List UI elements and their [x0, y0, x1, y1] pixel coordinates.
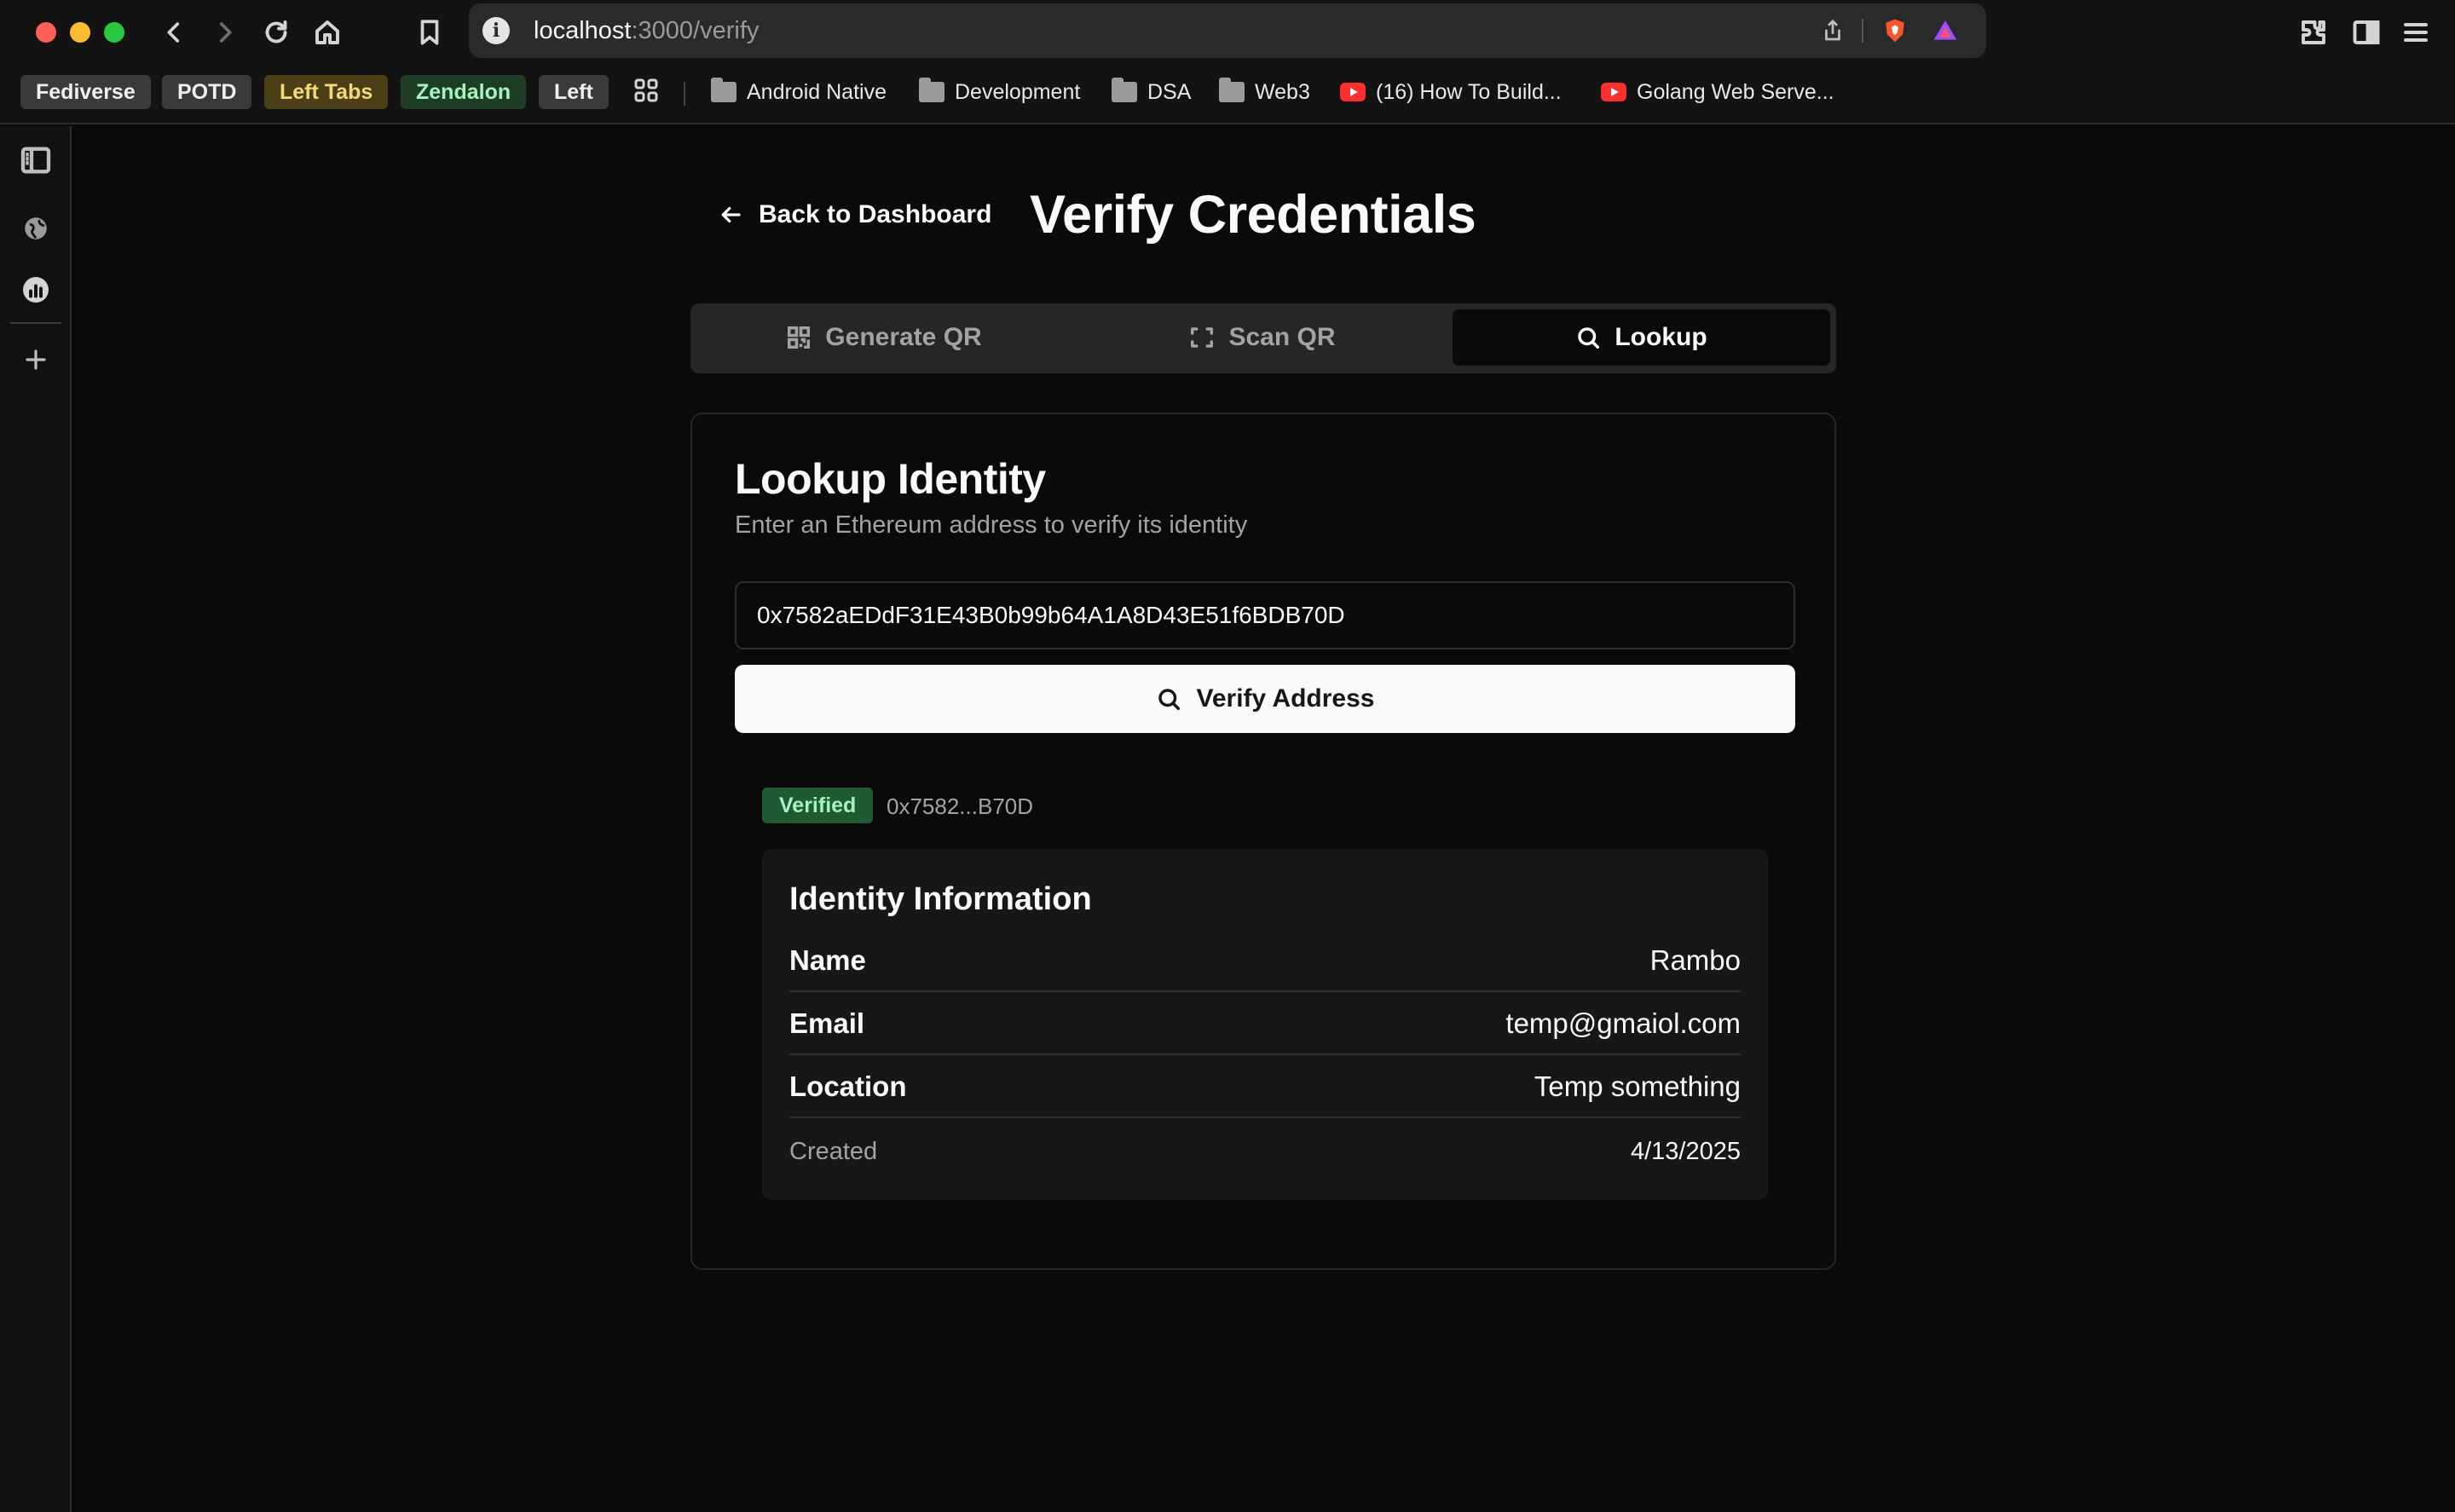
qr-icon: [788, 326, 811, 349]
url-path: :3000/verify: [631, 17, 760, 44]
field-value: Temp something: [1534, 1071, 1741, 1102]
address-bar[interactable]: i localhost:3000/verify: [469, 3, 1986, 58]
bookmark-folder-dsa[interactable]: DSA: [1112, 75, 1191, 109]
tab-generate-qr[interactable]: Generate QR: [696, 309, 1072, 366]
bookmark-youtube-video-1[interactable]: (16) How To Build...: [1340, 75, 1562, 109]
add-panel-icon[interactable]: [17, 341, 55, 378]
bookmark-folder-label: DSA: [1147, 79, 1192, 104]
apps-grid-icon[interactable]: [629, 73, 663, 107]
url-text[interactable]: localhost:3000/verify: [534, 17, 759, 44]
identity-row-email: Email temp@gmaiol.com: [789, 992, 1741, 1055]
page-title: Verify Credentials: [1030, 185, 1476, 245]
sidebar-toggle-icon[interactable]: [2349, 15, 2383, 49]
bookmark-video-label: Golang Web Serve...: [1637, 79, 1834, 104]
menu-icon[interactable]: [2399, 15, 2433, 49]
forward-arrow-icon[interactable]: [208, 15, 242, 49]
analytics-icon[interactable]: [17, 271, 55, 309]
field-value: temp@gmaiol.com: [1505, 1007, 1741, 1039]
field-label: Location: [789, 1071, 907, 1102]
field-label: Email: [789, 1007, 865, 1039]
verify-tabs: Generate QR Scan QR Lookup: [690, 303, 1836, 373]
globe-icon[interactable]: [17, 210, 55, 247]
verify-address-button[interactable]: Verify Address: [735, 665, 1795, 733]
reload-icon[interactable]: [259, 15, 293, 49]
share-icon[interactable]: [1817, 15, 1848, 46]
field-value: Rambo: [1649, 944, 1741, 976]
url-host: localhost: [534, 17, 632, 44]
browser-side-rail: [0, 126, 72, 1512]
field-value: 4/13/2025: [1630, 1138, 1741, 1165]
bookmark-folder-android-native[interactable]: Android Native: [711, 75, 887, 109]
field-label: Created: [789, 1138, 878, 1165]
identity-row-name: Name Rambo: [789, 929, 1741, 992]
bookmark-left-tabs[interactable]: Left Tabs: [264, 75, 389, 109]
bookmark-icon[interactable]: [413, 15, 447, 49]
url-divider: [1862, 19, 1863, 43]
identity-row-created: Created 4/13/2025: [789, 1120, 1741, 1183]
brave-shield-icon[interactable]: [1879, 15, 1911, 46]
short-address: 0x7582...B70D: [887, 794, 1034, 819]
tab-label: Lookup: [1615, 323, 1707, 351]
verify-button-label: Verify Address: [1196, 684, 1375, 713]
close-window-button[interactable]: [36, 22, 56, 43]
identity-row-location: Location Temp something: [789, 1055, 1741, 1118]
maximize-window-button[interactable]: [104, 22, 124, 43]
back-arrow-icon[interactable]: [157, 15, 191, 49]
home-icon[interactable]: [310, 15, 344, 49]
bookmark-left[interactable]: Left: [539, 75, 609, 109]
identity-info-title: Identity Information: [789, 881, 1092, 917]
bookmark-fediverse[interactable]: Fediverse: [20, 75, 151, 109]
youtube-icon: [1601, 83, 1626, 101]
folder-icon: [711, 78, 736, 102]
folder-icon: [919, 78, 944, 102]
bookmark-video-label: (16) How To Build...: [1376, 79, 1562, 104]
back-to-dashboard-link[interactable]: Back to Dashboard: [718, 200, 991, 229]
arrow-left-icon: [721, 206, 741, 223]
extensions-icon[interactable]: [2296, 15, 2331, 49]
bookmarks-bar: Fediverse POTD Left Tabs Zendalon Left Andro…: [0, 65, 2455, 124]
page-header: Back to Dashboard: [718, 177, 991, 252]
folder-icon: [1219, 78, 1245, 102]
bookmark-folder-label: Development: [955, 79, 1081, 104]
bookmark-folder-web3[interactable]: Web3: [1219, 75, 1310, 109]
search-icon: [1578, 327, 1600, 349]
back-link-label: Back to Dashboard: [759, 200, 992, 228]
bookmarks-divider: [684, 82, 685, 106]
tab-label: Scan QR: [1228, 323, 1336, 351]
bookmark-folder-development[interactable]: Development: [919, 75, 1080, 109]
field-label: Name: [789, 944, 866, 976]
sidebar-panel-icon[interactable]: [17, 141, 55, 179]
brave-rewards-icon[interactable]: [1928, 15, 1962, 46]
folder-icon: [1112, 78, 1137, 102]
bookmark-folder-label: Web3: [1255, 79, 1310, 104]
bookmark-youtube-video-2[interactable]: Golang Web Serve...: [1601, 75, 1834, 109]
rail-divider: [10, 322, 61, 324]
tab-lookup[interactable]: Lookup: [1453, 309, 1830, 366]
page-root: i localhost:3000/verify Fediverse POTD L…: [0, 0, 2455, 1512]
minimize-window-button[interactable]: [70, 22, 90, 43]
bookmark-folder-label: Android Native: [747, 79, 887, 104]
card-title: Lookup Identity: [735, 455, 1046, 503]
search-icon: [1158, 689, 1180, 710]
card-description: Enter an Ethereum address to verify its …: [735, 511, 1248, 539]
ethereum-address-input[interactable]: [735, 581, 1795, 649]
identity-info-panel: Identity Information Name Rambo Email te…: [762, 849, 1768, 1200]
lookup-card: Lookup Identity Enter an Ethereum addres…: [690, 413, 1836, 1270]
tab-label: Generate QR: [825, 323, 982, 351]
browser-titlebar: i localhost:3000/verify: [0, 0, 2455, 65]
scan-icon: [1191, 327, 1214, 348]
status-badge: Verified: [762, 788, 874, 823]
bookmark-potd[interactable]: POTD: [162, 75, 252, 109]
youtube-icon: [1340, 83, 1366, 101]
bookmark-zendalon[interactable]: Zendalon: [401, 75, 527, 109]
tab-scan-qr[interactable]: Scan QR: [1075, 309, 1450, 366]
site-info-icon[interactable]: i: [482, 17, 510, 44]
